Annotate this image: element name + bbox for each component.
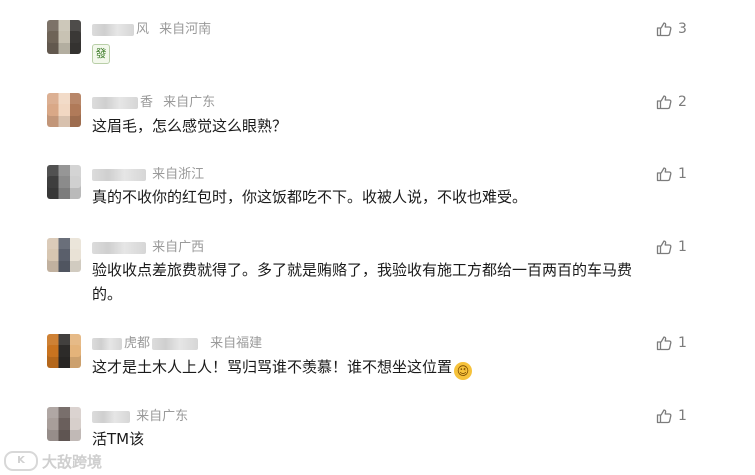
wink-emoji-icon: 😉	[454, 362, 473, 380]
avatar[interactable]	[47, 407, 81, 441]
comment-meta: 来自广西	[92, 239, 204, 257]
region-label: 来自广东	[163, 95, 216, 110]
like-button[interactable]: 3	[656, 20, 687, 38]
like-button[interactable]: 2	[656, 93, 687, 111]
thumbs-up-icon	[656, 409, 672, 424]
region-label: 来自广东	[136, 409, 189, 424]
thumbs-up-icon	[656, 22, 672, 37]
thumbs-up-icon	[656, 336, 672, 351]
blurred-username[interactable]	[92, 241, 146, 254]
blurred-username[interactable]	[92, 337, 122, 350]
comment-meta: 虎都 来自福建	[92, 335, 262, 353]
like-button[interactable]: 1	[656, 407, 687, 425]
username-visible-part: 风	[136, 22, 150, 37]
like-count: 1	[678, 239, 687, 255]
watermark-text: 大敌跨境	[42, 452, 103, 471]
comment-text: 这眉毛，怎么感觉这么眼熟？	[92, 117, 288, 135]
blurred-username[interactable]	[152, 337, 199, 350]
like-count: 1	[678, 335, 687, 351]
comment-text-content: 这才是土木人上人！骂归骂谁不羡慕！谁不想坐这位置	[92, 358, 453, 376]
region-label: 来自广西	[152, 240, 205, 255]
avatar[interactable]	[47, 238, 81, 272]
avatar[interactable]	[47, 20, 81, 54]
comment-meta: 来自浙江	[92, 166, 204, 184]
region-label: 来自浙江	[152, 167, 205, 182]
region-label: 来自福建	[210, 336, 263, 351]
comment-text: 这才是土木人上人！骂归骂谁不羡慕！谁不想坐这位置 😉	[92, 355, 652, 380]
like-count: 1	[678, 408, 687, 424]
avatar[interactable]	[47, 334, 81, 368]
comment-text: 發	[92, 40, 652, 64]
like-button[interactable]: 1	[656, 165, 687, 183]
thumbs-up-icon	[656, 95, 672, 110]
comment-text: 验收收点差旅费就得了。多了就是贿赂了，我验收有施工方都给一百两百的车马费的。	[92, 261, 633, 303]
comment-text: 真的不收你的红包时，你这饭都吃不下。收被人说，不收也难受。	[92, 188, 528, 206]
blurred-username[interactable]	[92, 96, 138, 109]
watermark-logo: K	[4, 451, 38, 471]
like-count: 1	[678, 166, 687, 182]
avatar[interactable]	[47, 165, 81, 199]
comment-text: 活TM该	[92, 430, 145, 448]
avatar[interactable]	[47, 93, 81, 127]
comment-meta: 风 来自河南	[92, 21, 211, 39]
watermark: K 大敌跨境	[4, 451, 102, 471]
like-count: 3	[678, 21, 687, 37]
blurred-username[interactable]	[92, 168, 146, 181]
username-visible-part: 香	[140, 95, 154, 110]
thumbs-up-icon	[656, 167, 672, 182]
blurred-username[interactable]	[92, 410, 130, 423]
like-button[interactable]: 1	[656, 334, 687, 352]
region-label: 来自河南	[159, 22, 212, 37]
like-count: 2	[678, 94, 687, 110]
comment-meta: 香 来自广东	[92, 94, 215, 112]
thumbs-up-icon	[656, 240, 672, 255]
username-visible-part: 虎都	[124, 336, 151, 351]
comment-meta: 来自广东	[92, 408, 188, 426]
like-button[interactable]: 1	[656, 238, 687, 256]
blurred-username[interactable]	[92, 23, 134, 36]
mahjong-fa-sticker-icon: 發	[92, 44, 110, 64]
